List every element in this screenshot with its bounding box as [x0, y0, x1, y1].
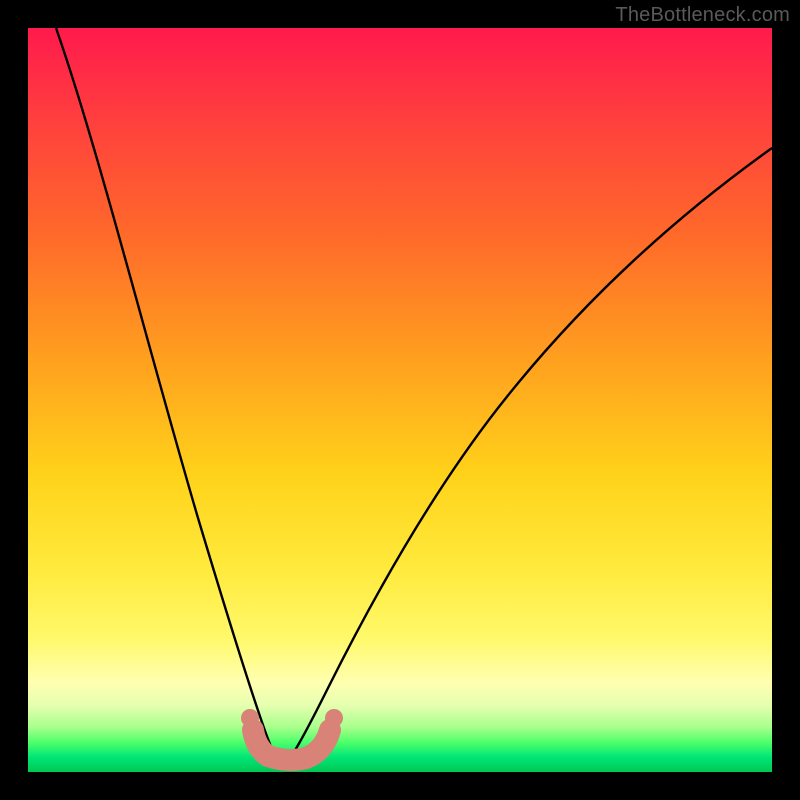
marker-trough-sausage — [253, 730, 330, 760]
marker-dot — [241, 709, 259, 727]
marker-dot — [245, 726, 263, 744]
chart-plot-area — [28, 28, 772, 772]
marker-dot — [320, 726, 338, 744]
marker-dot — [325, 709, 343, 727]
curve-right-branch — [282, 148, 772, 768]
curve-left-branch — [56, 28, 282, 768]
attribution-text: TheBottleneck.com — [615, 4, 790, 27]
chart-svg — [28, 28, 772, 772]
chart-frame: TheBottleneck.com — [0, 0, 800, 800]
